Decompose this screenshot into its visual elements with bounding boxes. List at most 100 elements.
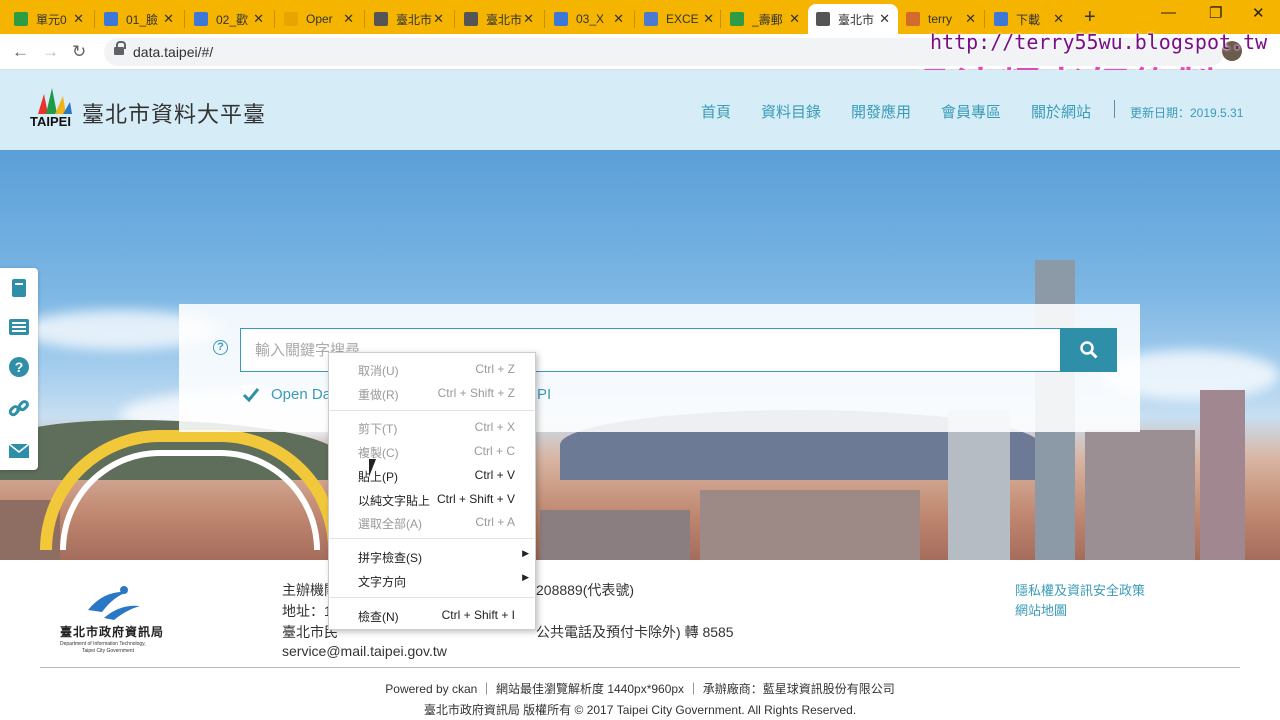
tab-separator <box>544 10 545 28</box>
nav-apps[interactable]: 開發應用 <box>851 101 911 122</box>
tab-close-icon[interactable]: ✕ <box>613 11 624 27</box>
tab-label: 02_歡 <box>216 12 249 27</box>
site-footer: 臺北市政府資訊局 Department of Information Techn… <box>0 560 1280 720</box>
question-icon[interactable]: ? <box>8 356 30 378</box>
nav-member[interactable]: 會員專區 <box>941 101 1001 122</box>
tab-separator <box>720 10 721 28</box>
help-icon[interactable]: ? <box>213 340 228 355</box>
browser-tab[interactable]: 單元0 ✕ <box>6 4 92 34</box>
checkbox-label-api[interactable]: PI <box>537 386 551 403</box>
footer-logo-title: 臺北市政府資訊局 <box>60 625 165 639</box>
tab-favicon-icon <box>816 12 830 26</box>
reload-icon[interactable]: ↻ <box>72 42 86 62</box>
tab-close-icon[interactable]: ✕ <box>433 11 444 27</box>
browser-tab[interactable]: 臺北市 ✕ <box>366 4 452 34</box>
browser-tab[interactable]: 臺北市 ✕ <box>808 4 898 34</box>
tab-favicon-icon <box>104 12 118 26</box>
browser-tab[interactable]: 03_X ✕ <box>546 4 632 34</box>
tab-close-icon[interactable]: ✕ <box>163 11 174 27</box>
tab-close-icon[interactable]: ✕ <box>789 11 800 27</box>
tab-separator <box>274 10 275 28</box>
tab-separator <box>634 10 635 28</box>
tab-favicon-icon <box>374 12 388 26</box>
open-data-checkbox[interactable] <box>241 385 261 405</box>
tab-separator <box>184 10 185 28</box>
footer-powered: Powered by ckan ｜ 網站最佳瀏覽解析度 1440px*960px… <box>385 682 895 696</box>
browser-tab[interactable]: 臺北市 ✕ <box>456 4 542 34</box>
book-icon[interactable] <box>8 277 30 299</box>
footer-address: 地址：1 <box>282 603 332 619</box>
menu-item-paste[interactable]: 貼上(P) Ctrl + V <box>329 464 537 486</box>
lock-icon <box>114 41 126 57</box>
menu-item-spellcheck[interactable]: 拼字檢查(S) ▶ <box>329 545 537 567</box>
tab-close-icon[interactable]: ✕ <box>73 11 84 27</box>
footer-hotline-ext: 公共電話及預付卡除外) 轉 8585 <box>536 624 734 640</box>
tab-separator <box>94 10 95 28</box>
menu-item-inspect[interactable]: 檢查(N) Ctrl + Shift + I <box>329 604 537 626</box>
search-panel: ? Open Da PI <box>179 304 1140 432</box>
tab-label: 臺北市 <box>838 12 874 27</box>
menu-item-redo[interactable]: 重做(R) Ctrl + Shift + Z <box>329 382 537 404</box>
submenu-arrow-icon: ▶ <box>522 572 529 582</box>
browser-tab[interactable]: 01_臉 ✕ <box>96 4 182 34</box>
menu-separator <box>330 538 534 539</box>
svg-text:?: ? <box>15 359 24 375</box>
footer-logo-en2: Taipei City Government <box>82 648 134 654</box>
tab-close-icon[interactable]: ✕ <box>1053 11 1064 27</box>
tab-label: 下載 <box>1016 12 1041 27</box>
watermark-url: http://terry55wu.blogspot.tw <box>930 30 1268 54</box>
browser-tab[interactable]: Oper ✕ <box>276 4 362 34</box>
nav-home[interactable]: 首頁 <box>701 101 731 122</box>
tab-label: 單元0 <box>36 12 67 27</box>
side-toolbar: ? <box>0 268 38 470</box>
context-menu: 取消(U) Ctrl + Z 重做(R) Ctrl + Shift + Z 剪下(T… <box>328 352 536 630</box>
tab-close-icon[interactable]: ✕ <box>965 11 976 27</box>
tab-close-icon[interactable]: ✕ <box>879 11 890 27</box>
tab-close-icon[interactable]: ✕ <box>523 11 534 27</box>
menu-item-select-all[interactable]: 選取全部(A) Ctrl + A <box>329 511 537 533</box>
tab-favicon-icon <box>464 12 478 26</box>
forward-icon[interactable]: → <box>42 42 59 62</box>
checkbox-label[interactable]: Open Da <box>271 386 331 403</box>
browser-tab[interactable]: _壽郵 ✕ <box>722 4 808 34</box>
menu-item-text-direction[interactable]: 文字方向 ▶ <box>329 569 537 591</box>
maximize-button[interactable]: ❐ <box>1209 4 1222 22</box>
tab-favicon-icon <box>14 12 28 26</box>
tab-favicon-icon <box>906 12 920 26</box>
tab-label: 03_X <box>576 12 605 26</box>
nav-catalog[interactable]: 資料目錄 <box>761 101 821 122</box>
tab-label: terry <box>928 12 952 26</box>
tab-label: 01_臉 <box>126 12 159 27</box>
back-icon[interactable]: ← <box>12 42 29 62</box>
tab-separator <box>454 10 455 28</box>
new-tab-button[interactable]: + <box>1084 6 1096 29</box>
tab-label: 臺北市 <box>486 12 522 27</box>
minimize-button[interactable]: — <box>1161 4 1176 21</box>
close-window-button[interactable]: ✕ <box>1252 4 1265 22</box>
mail-icon[interactable] <box>8 440 30 462</box>
menu-item-paste-plain[interactable]: 以純文字貼上 Ctrl + Shift + V <box>329 488 537 510</box>
search-button[interactable] <box>1060 328 1117 372</box>
building <box>700 490 920 560</box>
checkmark-icon <box>242 388 260 403</box>
browser-tab[interactable]: 02_歡 ✕ <box>186 4 272 34</box>
nav-about[interactable]: 關於網站 <box>1031 101 1091 122</box>
tab-strip: 單元0 ✕ 01_臉 ✕ 02_歡 ✕ Oper ✕ 臺北市 ✕ 臺北市 ✕ 03_X ✕ EXCE ✕ _壽郵… <box>0 0 1280 34</box>
tab-close-icon[interactable]: ✕ <box>703 11 714 27</box>
footer-copyright: 臺北市政府資訊局 版權所有 © 2017 Taipei City Governm… <box>423 703 857 717</box>
submenu-arrow-icon: ▶ <box>522 548 529 558</box>
sitemap-link[interactable]: 網站地圖 <box>1015 600 1067 619</box>
menu-item-cut[interactable]: 剪下(T) Ctrl + X <box>329 416 537 438</box>
link-icon[interactable] <box>8 398 30 420</box>
menu-item-undo[interactable]: 取消(U) Ctrl + Z <box>329 358 537 380</box>
tab-favicon-icon <box>194 12 208 26</box>
tab-close-icon[interactable]: ✕ <box>253 11 264 27</box>
site-title[interactable]: 臺北市資料大平臺 <box>82 97 266 129</box>
nav-divider <box>1114 100 1115 118</box>
privacy-policy-link[interactable]: 隱私權及資訊安全政策 <box>1015 580 1145 599</box>
list-icon[interactable] <box>8 316 30 338</box>
browser-tab[interactable]: EXCE ✕ <box>636 4 722 34</box>
menu-item-copy[interactable]: 複製(C) Ctrl + C <box>329 440 537 462</box>
tab-close-icon[interactable]: ✕ <box>343 11 354 27</box>
footer-email[interactable]: service@mail.taipei.gov.tw <box>282 643 447 659</box>
